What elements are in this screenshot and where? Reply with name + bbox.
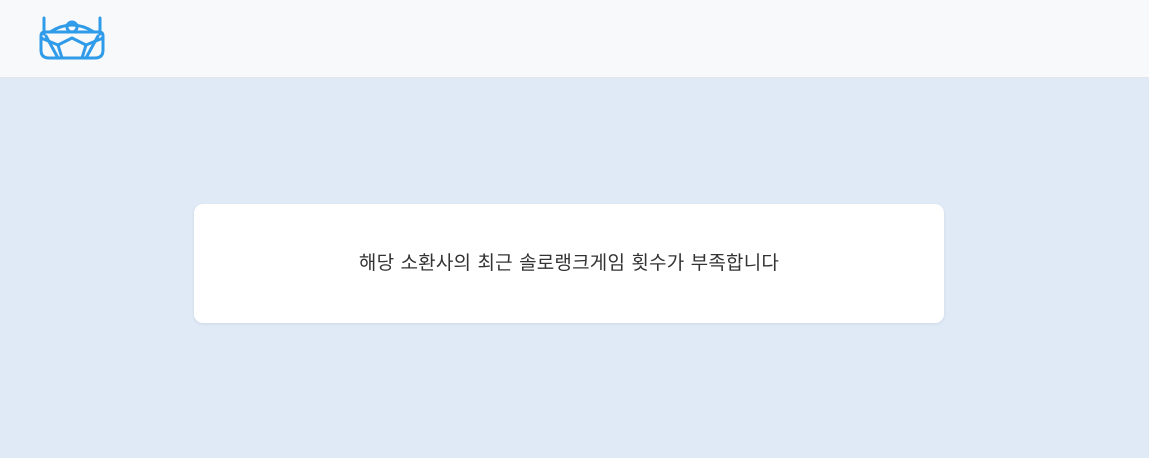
message-card: 해당 소환사의 최근 솔로랭크게임 횟수가 부족합니다 <box>194 204 944 323</box>
robot-mask-icon[interactable] <box>36 12 108 62</box>
main-content: 해당 소환사의 최근 솔로랭크게임 횟수가 부족합니다 <box>0 78 1149 458</box>
insufficient-games-message: 해당 소환사의 최근 솔로랭크게임 횟수가 부족합니다 <box>358 252 780 274</box>
top-header <box>0 0 1149 78</box>
